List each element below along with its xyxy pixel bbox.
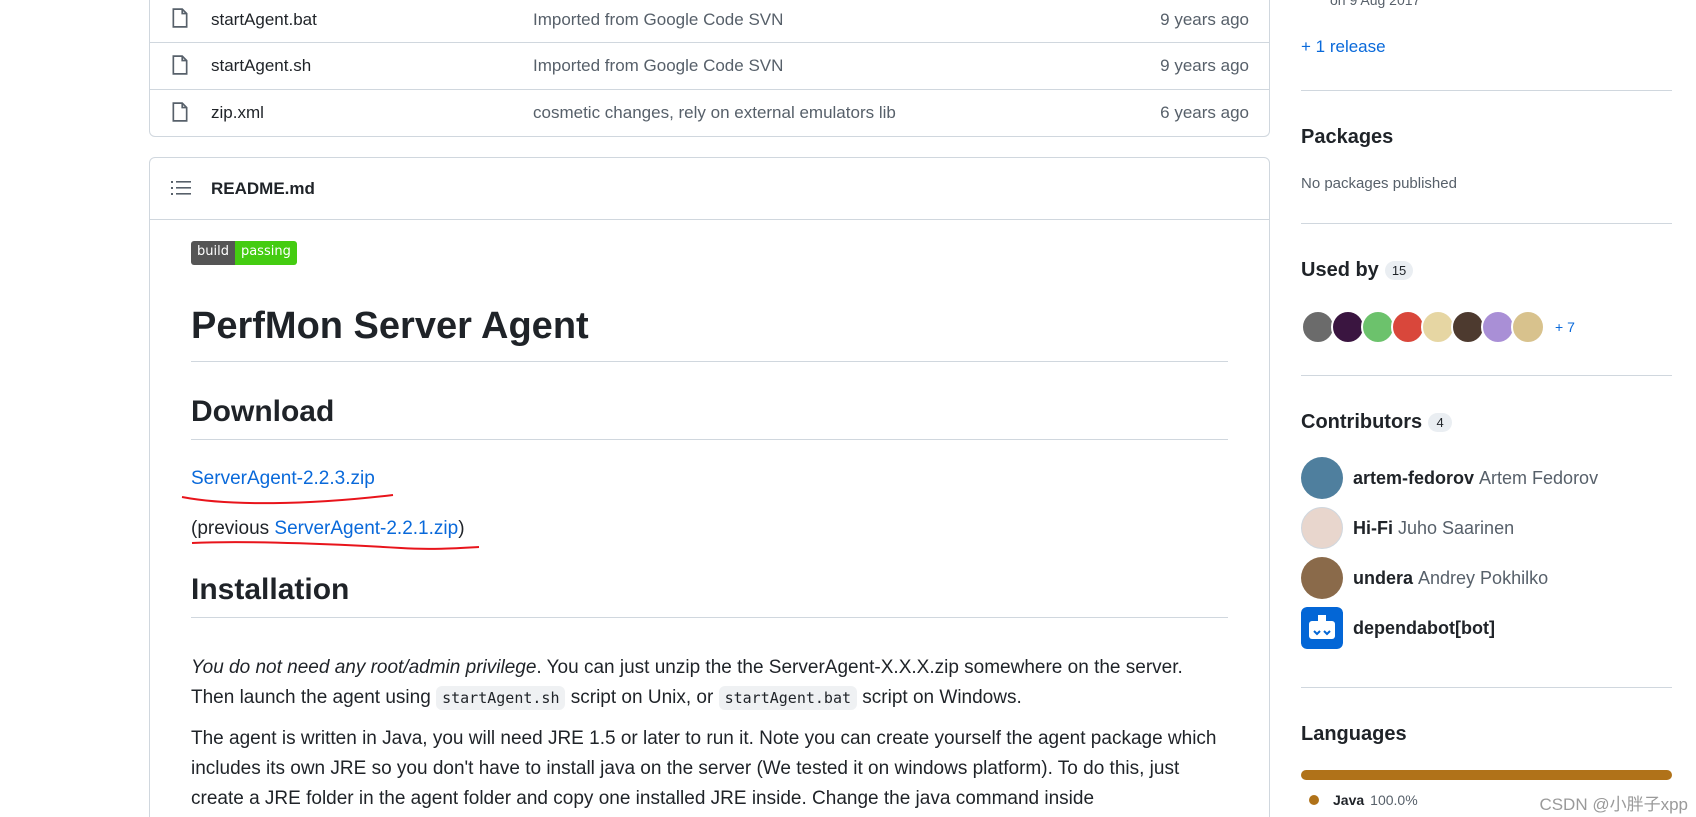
- contributor-item[interactable]: dependabot[bot]: [1301, 607, 1672, 649]
- file-name-link[interactable]: zip.xml: [211, 103, 264, 123]
- contributor-item[interactable]: Hi-Fi Juho Saarinen: [1301, 507, 1672, 549]
- file-age: 9 years ago: [1160, 9, 1249, 29]
- avatar: [1301, 557, 1343, 599]
- build-status-badge[interactable]: build passing: [191, 241, 297, 265]
- avatar: [1301, 457, 1343, 499]
- language-color-dot: [1309, 795, 1319, 805]
- file-table: startAgent.bat Imported from Google Code…: [149, 0, 1270, 137]
- install-italic: You do not need any root/admin privilege: [191, 657, 537, 678]
- install-text: script on Unix, or: [565, 687, 719, 708]
- avatar: [1331, 310, 1365, 344]
- download-link[interactable]: ServerAgent-2.2.3.zip: [191, 468, 375, 489]
- contributor-login: artem-fedorov: [1353, 467, 1475, 488]
- dependabot-icon: [1301, 607, 1343, 649]
- used-by-count: 15: [1384, 261, 1414, 281]
- previous-download-paragraph: (previous ServerAgent-2.2.1.zip): [191, 514, 1228, 544]
- file-icon: [172, 102, 188, 122]
- code-startagent-bat: startAgent.bat: [718, 686, 858, 710]
- commit-message-link[interactable]: Imported from Google Code SVN: [533, 10, 783, 30]
- used-by-more-link[interactable]: + 7: [1555, 319, 1575, 335]
- installation-heading: Installation: [191, 573, 1228, 618]
- packages-title[interactable]: Packages: [1301, 126, 1672, 149]
- contributor-name: Andrey Pokhilko: [1418, 567, 1549, 588]
- badge-status: passing: [234, 241, 297, 265]
- release-date: on 9 Aug 2017: [1330, 0, 1421, 8]
- file-age: 6 years ago: [1160, 103, 1249, 122]
- file-icon: [172, 55, 188, 75]
- readme-filename[interactable]: README.md: [211, 179, 315, 199]
- packages-empty-text: No packages published: [1301, 175, 1457, 192]
- avatar: [1391, 310, 1425, 344]
- contributor-login: dependabot[bot]: [1353, 617, 1495, 638]
- avatar: [1511, 310, 1545, 344]
- contributors-label: Contributors: [1301, 411, 1423, 433]
- download-paragraph: ServerAgent-2.2.3.zip: [191, 464, 1228, 494]
- contributor-login: undera: [1353, 567, 1414, 588]
- previous-download-link[interactable]: ServerAgent-2.2.1.zip: [274, 518, 458, 539]
- agent-paragraph: The agent is written in Java, you will n…: [191, 728, 1217, 809]
- avatar: [1301, 310, 1335, 344]
- releases-link[interactable]: + 1 release: [1301, 37, 1672, 57]
- badge-label: build: [191, 241, 235, 265]
- installation-paragraph: You do not need any root/admin privilege…: [191, 653, 1228, 713]
- file-icon: [172, 8, 188, 28]
- contributor-name: Artem Fedorov: [1479, 467, 1599, 488]
- file-name-link[interactable]: startAgent.bat: [211, 10, 317, 30]
- readme-title: PerfMon Server Agent: [191, 305, 1228, 362]
- avatar: [1301, 507, 1343, 549]
- contributors-count: 4: [1428, 413, 1453, 433]
- commit-message-link[interactable]: Imported from Google Code SVN: [533, 56, 783, 76]
- languages-title: Languages: [1301, 723, 1407, 745]
- language-bar: [1301, 770, 1672, 780]
- avatar: [1481, 310, 1515, 344]
- file-name-link[interactable]: startAgent.sh: [211, 56, 311, 76]
- watermark: CSDN @小胖子xpp: [1539, 795, 1688, 814]
- used-by-label: Used by: [1301, 259, 1379, 281]
- avatar: [1361, 310, 1395, 344]
- contributor-login: Hi-Fi: [1353, 517, 1393, 538]
- contributor-item[interactable]: artem-fedorov Artem Fedorov: [1301, 457, 1672, 499]
- sidebar-divider: [1301, 687, 1672, 688]
- install-text: script on Windows.: [857, 687, 1022, 708]
- contributor-name: Juho Saarinen: [1398, 517, 1515, 538]
- avatar: [1421, 310, 1455, 344]
- readme-header: README.md: [150, 158, 1269, 220]
- commit-message-link[interactable]: cosmetic changes, rely on external emula…: [533, 103, 896, 123]
- file-row[interactable]: zip.xml cosmetic changes, rely on extern…: [150, 89, 1269, 136]
- sidebar-divider: [1301, 223, 1672, 224]
- avatar: [1451, 310, 1485, 344]
- contributors-title[interactable]: Contributors 4: [1301, 411, 1672, 434]
- language-name: Java: [1333, 792, 1365, 808]
- used-by-avatars[interactable]: + 7: [1301, 308, 1672, 346]
- file-row[interactable]: startAgent.bat Imported from Google Code…: [150, 0, 1269, 43]
- readme-box: README.md build passing PerfMon Server A…: [149, 157, 1270, 817]
- file-row[interactable]: startAgent.sh Imported from Google Code …: [150, 42, 1269, 89]
- file-age: 9 years ago: [1160, 56, 1249, 75]
- sidebar-divider: [1301, 375, 1672, 376]
- language-percent: 100.0%: [1370, 792, 1418, 808]
- previous-open-text: (previous: [191, 518, 275, 539]
- used-by-title[interactable]: Used by 15: [1301, 259, 1672, 282]
- download-heading: Download: [191, 395, 1228, 440]
- previous-close-text: ): [458, 518, 465, 539]
- list-unordered-icon[interactable]: [171, 179, 191, 197]
- sidebar-divider: [1301, 90, 1672, 91]
- code-startagent-sh: startAgent.sh: [436, 686, 566, 710]
- contributor-item[interactable]: undera Andrey Pokhilko: [1301, 557, 1672, 599]
